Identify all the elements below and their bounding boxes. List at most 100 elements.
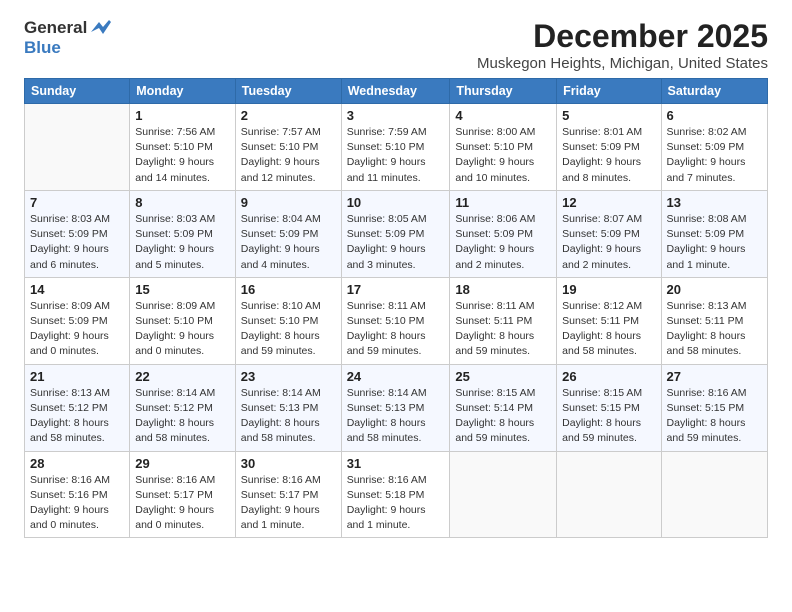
day-number: 18 [455, 282, 551, 297]
table-row: 25 Sunrise: 8:15 AMSunset: 5:14 PMDayligh… [450, 364, 557, 451]
day-number: 7 [30, 195, 124, 210]
daylight-text: Daylight: 9 hours and 4 minutes. [241, 243, 320, 270]
table-row: 3Sunrise: 7:59 AMSunset: 5:10 PMDaylight… [341, 104, 450, 191]
sunset-text: Sunset: 5:10 PM [347, 141, 425, 153]
col-sunday: Sunday [25, 79, 130, 104]
daylight-text: Daylight: 9 hours and 11 minutes. [347, 156, 426, 183]
daylight-text: Daylight: 8 hours and 58 minutes. [562, 330, 641, 357]
sunset-text: Sunset: 5:10 PM [347, 315, 425, 327]
table-row: 27Sunrise: 8:16 AMSunset: 5:15 PMDayligh… [661, 364, 767, 451]
sunset-text: Sunset: 5:09 PM [667, 228, 745, 240]
day-number: 17 [347, 282, 445, 297]
sunset-text: Sunset: 5:10 PM [455, 141, 533, 153]
daylight-text: Daylight: 9 hours and 0 minutes. [135, 504, 214, 531]
table-row: 4Sunrise: 8:00 AMSunset: 5:10 PMDaylight… [450, 104, 557, 191]
sunrise-text: Sunrise: 8:05 AM [347, 213, 427, 225]
day-info: Sunrise: 8:14 AM Sunset: 5:13 PM Daylight:… [347, 386, 445, 447]
page: General Blue December 2025 Muskegon Heig… [0, 0, 792, 612]
daylight-text: Daylight: 9 hours and 1 minute. [241, 504, 320, 531]
daylight-text: Daylight: 9 hours and 2 minutes. [455, 243, 534, 270]
sunrise-text: Sunrise: 8:10 AM [241, 300, 321, 312]
daylight-text: Daylight: 8 hours and 58 minutes. [241, 417, 320, 444]
col-friday: Friday [557, 79, 661, 104]
day-info: Sunrise: 8:07 AMSunset: 5:09 PMDaylight:… [562, 212, 655, 273]
table-row: 7Sunrise: 8:03 AMSunset: 5:09 PMDaylight… [25, 190, 130, 277]
daylight-text: Daylight: 9 hours and 8 minutes. [562, 156, 641, 183]
day-number: 6 [667, 108, 762, 123]
day-info: Sunrise: 8:05 AMSunset: 5:09 PMDaylight:… [347, 212, 445, 273]
daylight-text: Daylight: 8 hours and 58 minutes. [667, 330, 746, 357]
sunrise-text: Sunrise: 8:03 AM [30, 213, 110, 225]
sunset-text: Sunset: 5:11 PM [562, 315, 639, 327]
logo-bird-icon [89, 18, 111, 36]
sunrise-text: Sunrise: 8:16 AM [30, 474, 110, 486]
sunrise-text: Sunrise: 8:13 AM [30, 387, 110, 399]
day-number: 14 [30, 282, 124, 297]
day-number: 20 [667, 282, 762, 297]
sunrise-text: Sunrise: 8:14 AM [135, 387, 215, 399]
sunrise-text: Sunrise: 8:07 AM [562, 213, 642, 225]
logo: General Blue [24, 18, 111, 58]
day-info: Sunrise: 8:02 AMSunset: 5:09 PMDaylight:… [667, 125, 762, 186]
day-info: Sunrise: 8:11 AMSunset: 5:11 PMDaylight:… [455, 299, 551, 360]
daylight-text: Daylight: 9 hours and 6 minutes. [30, 243, 109, 270]
sunrise-text: Sunrise: 8:12 AM [562, 300, 642, 312]
sunrise-text: Sunrise: 8:14 AM [241, 387, 321, 399]
sunset-text: Sunset: 5:17 PM [135, 489, 213, 501]
day-number: 2 [241, 108, 336, 123]
calendar-week-1: 7 Sunrise: 8:03 AM Sunset: 5:09 PM Daylight… [25, 190, 768, 277]
logo-general: General [24, 18, 87, 38]
day-info: Sunrise: 8:01 AMSunset: 5:09 PMDaylight:… [562, 125, 655, 186]
calendar-week-3: 21 Sunrise: 8:13 AM Sunset: 5:12 PM Dayligh… [25, 364, 768, 451]
day-info: Sunrise: 8:04 AMSunset: 5:09 PMDaylight:… [241, 212, 336, 273]
day-number: 4 [455, 108, 551, 123]
table-row: 29 Sunrise: 8:16 AM Sunset: 5:17 PM Dayligh… [130, 451, 236, 538]
sunrise-text: Sunrise: 8:16 AM [135, 474, 215, 486]
day-info: Sunrise: 8:15 AMSunset: 5:14 PMDaylight:… [455, 386, 551, 447]
sunrise-text: Sunrise: 8:09 AM [135, 300, 215, 312]
table-row: 21Sunrise: 8:13 AMSunset: 5:12 PMDayligh… [25, 364, 130, 451]
daylight-text: Daylight: 9 hours and 0 minutes. [30, 330, 109, 357]
sunrise-text: Sunrise: 8:16 AM [241, 474, 321, 486]
daylight-text: Daylight: 8 hours and 59 minutes. [241, 330, 320, 357]
sunrise-text: Sunrise: 8:16 AM [667, 387, 747, 399]
day-info: Sunrise: 7:56 AMSunset: 5:10 PMDaylight:… [135, 125, 230, 186]
day-info: Sunrise: 8:12 AM Sunset: 5:11 PM Daylight:… [562, 299, 655, 360]
day-number: 29 [135, 456, 230, 471]
table-row: 1Sunrise: 7:56 AMSunset: 5:10 PMDaylight… [130, 104, 236, 191]
day-info: Sunrise: 7:57 AMSunset: 5:10 PMDaylight:… [241, 125, 336, 186]
table-row: 24Sunrise: 8:14 AMSunset: 5:13 PMDayligh… [341, 364, 450, 451]
day-number: 21 [30, 369, 124, 384]
sunset-text: Sunset: 5:13 PM [347, 402, 425, 414]
day-info: Sunrise: 8:08 AMSunset: 5:09 PMDaylight:… [667, 212, 762, 273]
table-row: 28Sunrise: 8:16 AMSunset: 5:16 PMDayligh… [25, 451, 130, 538]
col-thursday: Thursday [450, 79, 557, 104]
day-number: 16 [241, 282, 336, 297]
day-number: 5 [562, 108, 655, 123]
sunset-text: Sunset: 5:11 PM [667, 315, 744, 327]
day-number: 9 [241, 195, 336, 210]
sunset-text: Sunset: 5:09 PM [562, 228, 640, 240]
sunset-text: Sunset: 5:18 PM [347, 489, 425, 501]
table-row: 10Sunrise: 8:05 AMSunset: 5:09 PMDayligh… [341, 190, 450, 277]
sunset-text: Sunset: 5:14 PM [455, 402, 533, 414]
day-info: Sunrise: 8:14 AMSunset: 5:12 PMDaylight:… [135, 386, 230, 447]
daylight-text: Daylight: 8 hours and 58 minutes. [347, 417, 426, 444]
table-row: 16Sunrise: 8:10 AMSunset: 5:10 PMDayligh… [235, 277, 341, 364]
daylight-text: Daylight: 8 hours and 59 minutes. [347, 330, 426, 357]
day-number: 8 [135, 195, 230, 210]
sunset-text: Sunset: 5:10 PM [135, 315, 213, 327]
day-number: 25 [455, 369, 551, 384]
sunset-text: Sunset: 5:12 PM [30, 402, 108, 414]
day-number: 13 [667, 195, 762, 210]
daylight-text: Daylight: 9 hours and 10 minutes. [455, 156, 534, 183]
day-number: 3 [347, 108, 445, 123]
day-info: Sunrise: 8:11 AMSunset: 5:10 PMDaylight:… [347, 299, 445, 360]
daylight-text: Daylight: 8 hours and 59 minutes. [455, 330, 534, 357]
day-number: 22 [135, 369, 230, 384]
daylight-text: Daylight: 9 hours and 1 minute. [667, 243, 746, 270]
sunrise-text: Sunrise: 8:14 AM [347, 387, 427, 399]
daylight-text: Daylight: 8 hours and 59 minutes. [667, 417, 746, 444]
sunset-text: Sunset: 5:09 PM [30, 315, 108, 327]
day-info: Sunrise: 8:13 AMSunset: 5:12 PMDaylight:… [30, 386, 124, 447]
